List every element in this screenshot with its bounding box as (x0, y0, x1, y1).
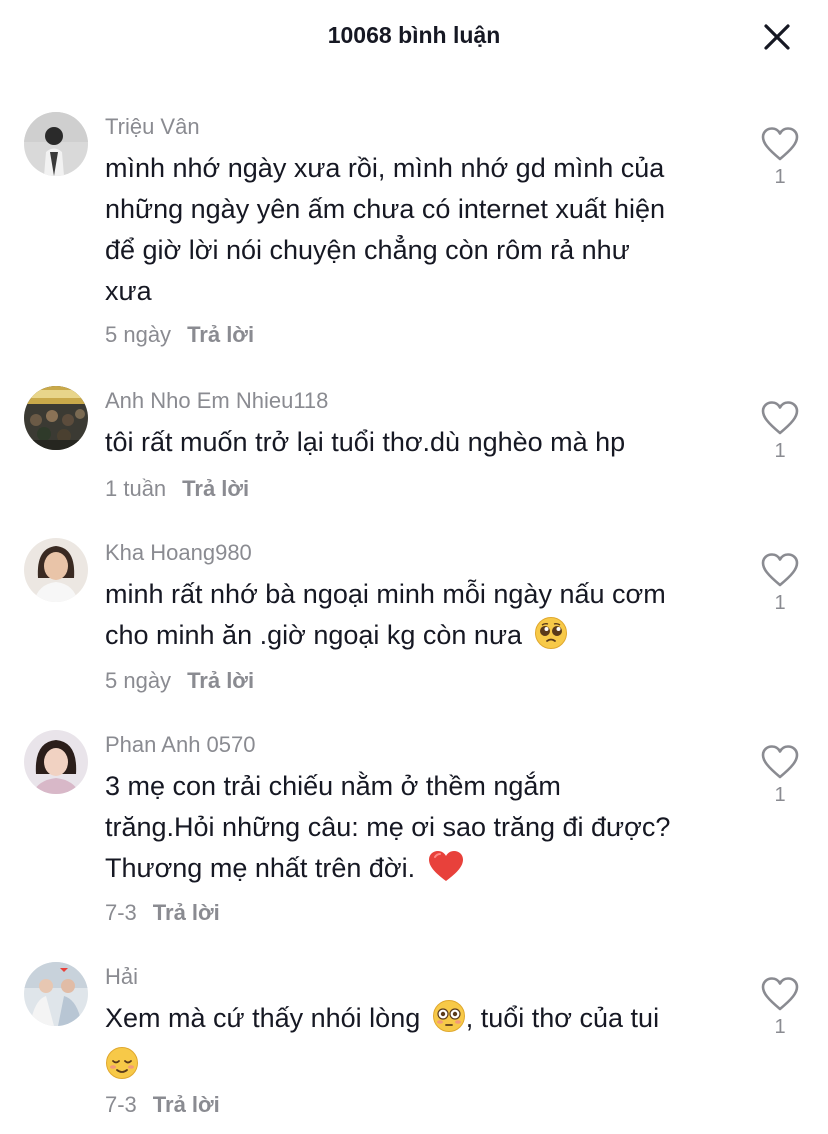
comment-count-title: 10068 bình luận (327, 22, 501, 48)
red-heart-emoji (427, 849, 465, 895)
comment-text-line: Thương mẹ nhất trên đời. (105, 848, 725, 895)
comment-username[interactable]: Triệu Vân (105, 114, 200, 140)
reply-button[interactable]: Trả lời (153, 1092, 220, 1117)
close-icon (764, 24, 790, 50)
comment-time: 7-3 (105, 900, 137, 925)
comment-meta: 5 ngày Trả lời (105, 668, 254, 694)
comment-username[interactable]: Kha Hoang980 (105, 540, 252, 566)
comment-time: 1 tuần (105, 476, 167, 501)
heart-icon[interactable] (760, 744, 800, 780)
comment-time: 5 ngày (105, 668, 172, 693)
like-control: 1 (760, 976, 800, 1039)
comment-meta: 5 ngày Trả lời (105, 322, 254, 348)
close-button[interactable] (758, 18, 796, 56)
avatar[interactable] (24, 386, 88, 450)
comment-text-line: tôi rất muốn trở lại tuổi thơ.dù nghèo m… (105, 427, 626, 457)
like-control: 1 (760, 744, 800, 807)
heart-icon[interactable] (760, 552, 800, 588)
heart-icon[interactable] (760, 400, 800, 436)
comment-meta: 7-3 Trả lời (105, 900, 220, 926)
flushed-face-emoji (432, 999, 466, 1045)
comment-username[interactable]: Anh Nho Em Nhieu118 (105, 388, 328, 414)
comment-text-line: cho minh ăn .giờ ngoại kg còn nưa (105, 615, 725, 662)
comment-text-line: xưa (105, 276, 152, 306)
like-count: 1 (774, 1016, 786, 1038)
comment-text-line (105, 1045, 725, 1092)
like-count: 1 (774, 784, 786, 806)
reply-button[interactable]: Trả lời (187, 668, 254, 693)
comment-text-line: Xem mà cứ thấy nhói lòng , tuổi thơ của … (105, 998, 725, 1045)
comment-text-line: mình nhớ ngày xưa rồi, mình nhớ gd mình … (105, 153, 665, 183)
like-count: 1 (774, 592, 786, 614)
comment-text: 3 mẹ con trải chiếu nằm ở thềm ngắm trăn… (105, 766, 725, 895)
comment-time: 7-3 (105, 1092, 137, 1117)
comment-text-line: 3 mẹ con trải chiếu nằm ở thềm ngắm (105, 771, 561, 801)
comment-text-line: minh rất nhớ bà ngoại minh mỗi ngày nấu … (105, 579, 666, 609)
avatar[interactable] (24, 538, 88, 602)
avatar[interactable] (24, 962, 88, 1026)
comment-text: mình nhớ ngày xưa rồi, mình nhớ gd mình … (105, 148, 725, 312)
comment-text: Xem mà cứ thấy nhói lòng , tuổi thơ của … (105, 998, 725, 1092)
comment-time: 5 ngày (105, 322, 172, 347)
like-count: 1 (774, 166, 786, 188)
comment-text: minh rất nhớ bà ngoại minh mỗi ngày nấu … (105, 574, 725, 662)
like-count: 1 (774, 440, 786, 462)
reply-button[interactable]: Trả lời (182, 476, 249, 501)
reply-button[interactable]: Trả lời (153, 900, 220, 925)
heart-icon[interactable] (760, 976, 800, 1012)
comments-header: 10068 bình luận (0, 0, 828, 72)
like-control: 1 (760, 552, 800, 615)
comment-text-line: những ngày yên ấm chưa có internet xuất … (105, 194, 665, 224)
comment-text: tôi rất muốn trở lại tuổi thơ.dù nghèo m… (105, 422, 725, 463)
avatar[interactable] (24, 730, 88, 794)
like-control: 1 (760, 400, 800, 463)
pleading-face-emoji (534, 616, 568, 662)
reply-button[interactable]: Trả lời (187, 322, 254, 347)
comment-meta: 1 tuần Trả lời (105, 476, 249, 502)
relieved-face-emoji (105, 1046, 139, 1092)
comment-meta: 7-3 Trả lời (105, 1092, 220, 1118)
heart-icon[interactable] (760, 126, 800, 162)
comment-username[interactable]: Phan Anh 0570 (105, 732, 255, 758)
comment-text-line: trăng.Hỏi những câu: mẹ ơi sao trăng đi … (105, 812, 671, 842)
comment-username[interactable]: Hải (105, 964, 138, 990)
comment-text-line: để giờ lời nói chuyện chẳng còn rôm rả n… (105, 235, 630, 265)
avatar[interactable] (24, 112, 88, 176)
like-control: 1 (760, 126, 800, 189)
